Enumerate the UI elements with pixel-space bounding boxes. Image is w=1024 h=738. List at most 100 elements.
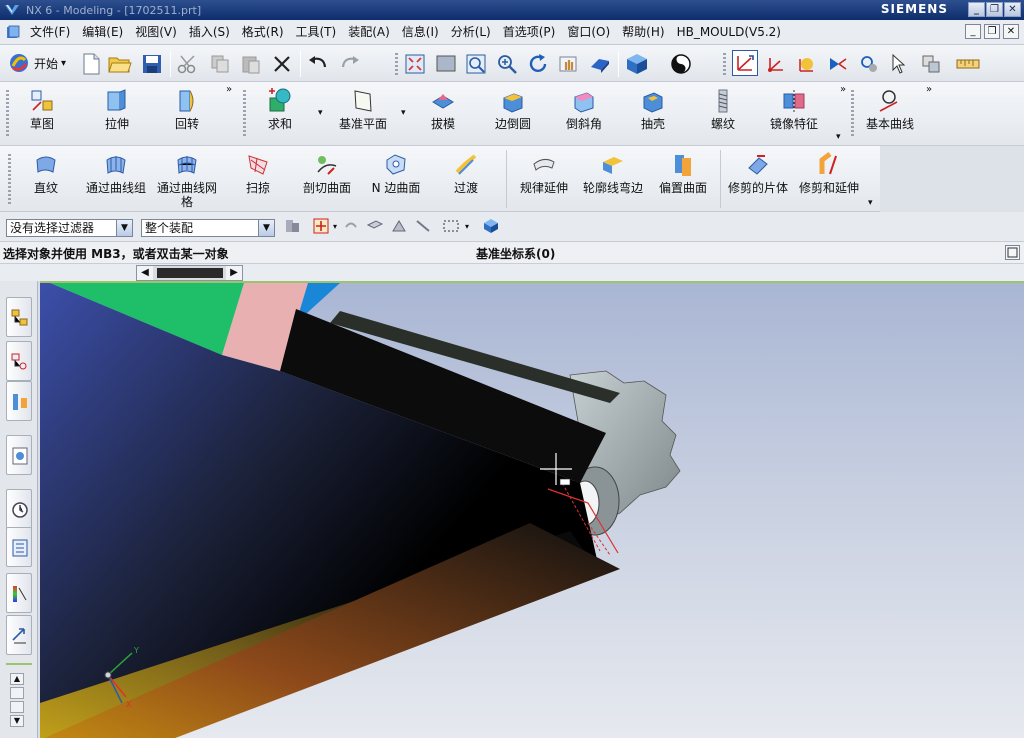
resource-constraint-navigator[interactable] bbox=[6, 341, 32, 381]
minimize-button[interactable]: _ bbox=[968, 2, 985, 17]
resource-scroll-track-2[interactable] bbox=[10, 701, 24, 713]
shell-button[interactable]: 抽壳 bbox=[631, 88, 675, 131]
resource-part-navigator[interactable] bbox=[6, 381, 32, 421]
select-body-button[interactable] bbox=[480, 215, 502, 237]
menu-file[interactable]: 文件(F) bbox=[24, 20, 76, 45]
fit-view-button[interactable] bbox=[402, 51, 428, 77]
feature-overflow-2[interactable]: » bbox=[840, 84, 846, 95]
scroll-left-icon[interactable]: ◀ bbox=[137, 266, 153, 280]
select-feature-button[interactable] bbox=[364, 215, 386, 237]
mirror-feature-button[interactable]: 镜像特征 bbox=[764, 88, 824, 131]
resource-scroll-track-1[interactable] bbox=[10, 687, 24, 699]
resource-scroll-up[interactable]: ▲ bbox=[10, 673, 24, 685]
select-face-button[interactable] bbox=[388, 215, 410, 237]
swept-button[interactable]: 扫掠 bbox=[236, 152, 280, 195]
restore-button[interactable]: ❐ bbox=[986, 2, 1003, 17]
revolve-button[interactable]: 回转 bbox=[165, 88, 209, 131]
document-menu-icon[interactable] bbox=[6, 25, 20, 39]
perspective-button[interactable] bbox=[587, 51, 613, 77]
snap-dropdown-arrow[interactable]: ▾ bbox=[333, 222, 337, 231]
menu-tools[interactable]: 工具(T) bbox=[290, 20, 343, 45]
paste-button[interactable] bbox=[238, 51, 264, 77]
close-button[interactable]: ✕ bbox=[1004, 2, 1021, 17]
resource-process-studio[interactable] bbox=[6, 615, 32, 655]
menu-analysis[interactable]: 分析(L) bbox=[445, 20, 497, 45]
copy-button[interactable] bbox=[207, 51, 233, 77]
through-curves-button[interactable]: 通过曲线组 bbox=[84, 152, 148, 195]
trim-extend-button[interactable]: 修剪和延伸 bbox=[796, 152, 862, 195]
open-button[interactable] bbox=[107, 51, 133, 77]
extrude-button[interactable]: 拉伸 bbox=[95, 88, 139, 131]
mirror-dropdown-arrow[interactable]: ▾ bbox=[836, 132, 841, 142]
menu-view[interactable]: 视图(V) bbox=[129, 20, 183, 45]
snap-point-button[interactable] bbox=[310, 215, 332, 237]
transition-button[interactable]: 过渡 bbox=[444, 152, 488, 195]
menu-edit[interactable]: 编辑(E) bbox=[76, 20, 129, 45]
mdi-minimize-button[interactable]: _ bbox=[965, 24, 981, 39]
trimmed-sheet-button[interactable]: 修剪的片体 bbox=[726, 152, 790, 195]
edge-blend-button[interactable]: 边倒圆 bbox=[488, 88, 538, 131]
zoom-area-button[interactable] bbox=[463, 51, 489, 77]
type-filter-combo[interactable]: 没有选择过滤器 ▼ bbox=[6, 219, 133, 237]
new-button[interactable] bbox=[78, 51, 104, 77]
menu-assemblies[interactable]: 装配(A) bbox=[342, 20, 396, 45]
background-button[interactable] bbox=[668, 51, 694, 77]
wcs-orient-button[interactable] bbox=[794, 51, 820, 77]
law-extension-button[interactable]: 规律延伸 bbox=[514, 152, 574, 195]
sketch-button[interactable]: 草图 bbox=[20, 88, 64, 131]
scroll-right-icon[interactable]: ▶ bbox=[226, 266, 242, 280]
general-selection-button[interactable] bbox=[282, 215, 304, 237]
draft-button[interactable]: 拔模 bbox=[421, 88, 465, 131]
menu-hb-mould[interactable]: HB_MOULD(V5.2) bbox=[671, 20, 787, 45]
delete-button[interactable] bbox=[269, 51, 295, 77]
zoom-button[interactable] bbox=[494, 51, 520, 77]
ruled-button[interactable]: 直纹 bbox=[24, 152, 68, 195]
resource-history[interactable] bbox=[6, 489, 32, 529]
offset-surface-button[interactable]: 偏置曲面 bbox=[654, 152, 712, 195]
selection-scope-arrow-icon[interactable]: ▼ bbox=[258, 220, 274, 236]
resource-system-materials[interactable] bbox=[6, 527, 32, 567]
thread-button[interactable]: 螺纹 bbox=[701, 88, 745, 131]
undo-button[interactable] bbox=[305, 51, 331, 77]
n-sided-surface-button[interactable]: N 边曲面 bbox=[368, 152, 424, 195]
tab-scrollbar[interactable]: ◀ ▶ bbox=[136, 265, 243, 281]
menu-preferences[interactable]: 首选项(P) bbox=[497, 20, 562, 45]
surface-dropdown-arrow[interactable]: ▾ bbox=[868, 198, 873, 208]
rotate-button[interactable] bbox=[525, 51, 551, 77]
save-button[interactable] bbox=[139, 51, 165, 77]
basic-curves-button[interactable]: 基本曲线 bbox=[862, 88, 918, 131]
zoom-window-button[interactable] bbox=[433, 51, 459, 77]
redo-button[interactable] bbox=[337, 51, 363, 77]
resource-scroll-down[interactable]: ▼ bbox=[10, 715, 24, 727]
menu-help[interactable]: 帮助(H) bbox=[616, 20, 670, 45]
menu-window[interactable]: 窗口(O) bbox=[561, 20, 616, 45]
datum-dropdown-arrow[interactable]: ▾ bbox=[401, 108, 406, 118]
menu-information[interactable]: 信息(I) bbox=[396, 20, 445, 45]
model-scene[interactable]: Y X bbox=[40, 283, 1024, 738]
contour-flange-button[interactable]: 轮廓线弯边 bbox=[578, 152, 648, 195]
unite-dropdown-arrow[interactable]: ▾ bbox=[318, 108, 323, 118]
resource-web-browser[interactable] bbox=[6, 435, 32, 475]
graphics-window[interactable]: Y X bbox=[40, 281, 1024, 738]
select-edge-button[interactable] bbox=[412, 215, 434, 237]
render-style-button[interactable] bbox=[624, 51, 650, 77]
select-wcs-button[interactable] bbox=[732, 50, 758, 76]
rectangle-select-button[interactable] bbox=[440, 215, 462, 237]
feature-overflow-3[interactable]: » bbox=[926, 84, 932, 95]
type-filter-arrow-icon[interactable]: ▼ bbox=[116, 220, 132, 236]
resource-assembly-navigator[interactable] bbox=[6, 297, 32, 337]
scroll-thumb[interactable] bbox=[157, 268, 223, 278]
datum-csys-button[interactable] bbox=[763, 51, 789, 77]
cut-button[interactable] bbox=[175, 51, 201, 77]
section-surface-button[interactable]: 剖切曲面 bbox=[300, 152, 354, 195]
status-expand-button[interactable] bbox=[1005, 245, 1020, 260]
feature-overflow-1[interactable]: » bbox=[226, 84, 232, 95]
pan-button[interactable] bbox=[556, 51, 582, 77]
mdi-restore-button[interactable]: ❐ bbox=[984, 24, 1000, 39]
rectangle-dropdown-arrow[interactable]: ▾ bbox=[465, 222, 469, 231]
undo-selection-button[interactable] bbox=[340, 215, 362, 237]
selection-scope-combo[interactable]: 整个装配 ▼ bbox=[141, 219, 275, 237]
wcs-dynamic-button[interactable] bbox=[825, 51, 851, 77]
wcs-rotate-button[interactable] bbox=[856, 51, 882, 77]
menu-insert[interactable]: 插入(S) bbox=[183, 20, 236, 45]
